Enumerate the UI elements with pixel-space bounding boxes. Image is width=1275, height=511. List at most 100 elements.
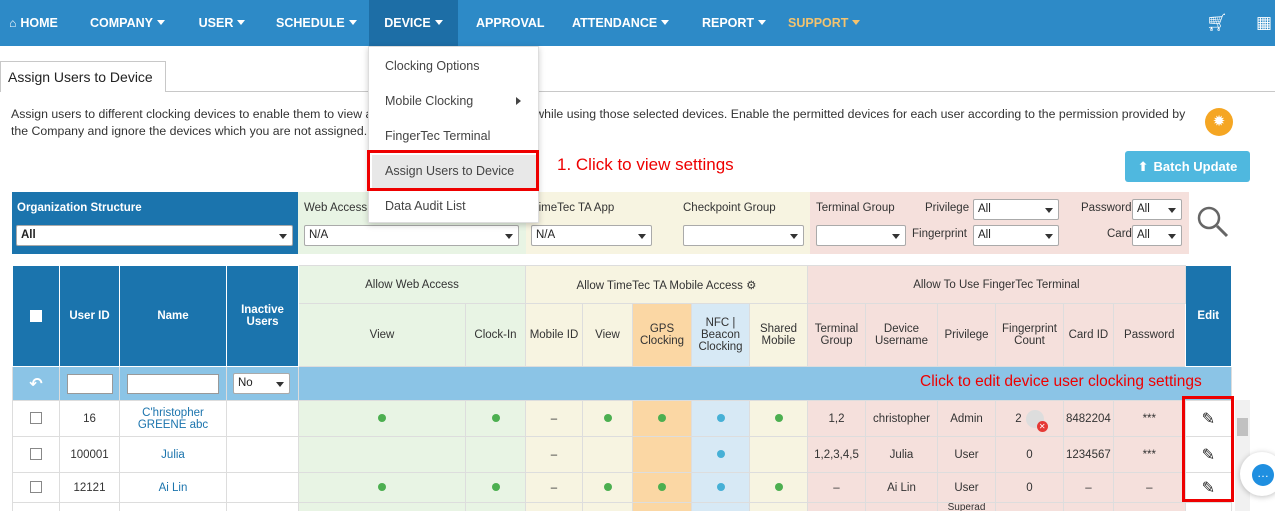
name-filter-input[interactable] — [127, 373, 219, 394]
status-dot — [378, 413, 386, 422]
scroll-thumb[interactable] — [1237, 418, 1248, 436]
status-dot — [774, 482, 783, 491]
cart-icon[interactable]: 🛒︎ — [1206, 13, 1228, 33]
nav-home[interactable]: ⌂ HOME — [6, 0, 61, 46]
cell-terminal-group: – — [807, 472, 866, 503]
cell-device-username: christopher — [865, 400, 938, 437]
close-icon[interactable]: ✕ — [1036, 420, 1048, 432]
privilege-select[interactable]: All — [973, 199, 1059, 220]
cell-privilege: User — [937, 472, 996, 503]
col-user-id[interactable]: User ID — [59, 265, 120, 367]
cell-name[interactable]: C'hristopher GREENE abc — [119, 400, 227, 437]
cell-mobile-view[interactable] — [582, 400, 633, 437]
cell-shared[interactable] — [749, 436, 808, 473]
checkpoint-group-select[interactable] — [683, 225, 804, 246]
inactive-filter-select[interactable]: No — [233, 373, 290, 394]
tab-assign-users[interactable]: Assign Users to Device — [0, 61, 166, 92]
chevron-right-icon — [516, 97, 521, 105]
table-row: 100001 Julia – 1,2,3,4,5 Julia User 0 12… — [12, 436, 1232, 473]
menu-fingertec-terminal[interactable]: FingerTec Terminal — [385, 129, 490, 143]
cell-shared[interactable] — [749, 472, 808, 503]
cell-inactive — [226, 472, 299, 503]
top-navigation: ⌂ HOME COMPANY USER SCHEDULE DEVICE APPRO… — [0, 0, 1275, 46]
cell-web-view[interactable] — [298, 472, 466, 503]
highlight-edit-column — [1182, 396, 1234, 502]
batch-update-button[interactable]: ⬆ Batch Update — [1125, 151, 1250, 182]
cell-nfc[interactable] — [691, 472, 750, 503]
menu-data-audit[interactable]: Data Audit List — [385, 199, 466, 213]
cell-fp-count: 0 — [995, 436, 1064, 473]
search-icon[interactable] — [1196, 205, 1230, 239]
col-nfc: NFC | Beacon Clocking — [691, 303, 750, 367]
cell-name[interactable]: Julia — [119, 436, 227, 473]
cell-gps[interactable] — [632, 400, 692, 437]
cell-user-id: 16 — [59, 400, 120, 437]
cell-nfc[interactable] — [691, 436, 750, 473]
web-access-select[interactable]: N/A — [304, 225, 519, 246]
cell-name[interactable]: Ai Lin — [119, 472, 227, 503]
row-checkbox-cell — [12, 400, 60, 437]
row-checkbox[interactable] — [30, 412, 42, 425]
org-structure-select[interactable]: All — [16, 225, 293, 246]
card-select[interactable]: All — [1132, 225, 1182, 246]
cell-gps[interactable] — [632, 472, 692, 503]
status-dot — [716, 413, 725, 422]
userid-filter-cell — [59, 366, 120, 401]
cell-web-view[interactable] — [298, 436, 466, 473]
menu-clocking-options[interactable]: Clocking Options — [385, 59, 480, 73]
row-checkbox[interactable] — [30, 448, 42, 461]
cell-mobile-view[interactable] — [582, 472, 633, 503]
highlight-assign-users — [367, 150, 539, 191]
cell-card-id: 8482204 — [1063, 400, 1114, 437]
cell-inactive — [226, 436, 299, 473]
nav-user[interactable]: USER — [195, 0, 249, 46]
chevron-down-icon — [661, 20, 670, 25]
ta-app-select[interactable]: N/A — [531, 225, 652, 246]
tab-divider — [166, 91, 1275, 92]
row-checkbox[interactable] — [30, 481, 42, 494]
filter-organization: Organization Structure All — [12, 192, 298, 254]
filter-terminal: Terminal Group Privilege All Fingerprint… — [810, 192, 1189, 254]
col-edit: Edit — [1184, 265, 1232, 367]
cell-mobile-view[interactable] — [582, 436, 633, 473]
gear-icon[interactable]: ⚙ — [746, 280, 756, 292]
cell-shared[interactable] — [749, 400, 808, 437]
select-all-checkbox[interactable] — [30, 309, 42, 322]
col-shared: Shared Mobile — [749, 303, 808, 367]
fingerprint-select[interactable]: All — [973, 225, 1059, 246]
terminal-group-select[interactable] — [816, 225, 906, 246]
col-name[interactable]: Name — [119, 265, 227, 367]
cell-nfc[interactable] — [691, 400, 750, 437]
lightbulb-icon[interactable]: ✹ — [1205, 108, 1233, 136]
cell-card-id: 1234567 — [1063, 436, 1114, 473]
cell-web-clockin[interactable] — [465, 472, 526, 503]
menu-mobile-clocking[interactable]: Mobile Clocking — [385, 94, 473, 108]
cell-web-view[interactable] — [298, 400, 466, 437]
col-privilege: Privilege — [937, 303, 996, 367]
nav-company[interactable]: COMPANY — [90, 0, 165, 46]
cell-user-id: 12121 — [59, 472, 120, 503]
filter-mobile-app: TimeTec TA App N/A Checkpoint Group — [526, 192, 810, 254]
nav-attendance[interactable]: ATTENDANCE — [572, 0, 670, 46]
undo-icon[interactable]: ↶ — [29, 376, 42, 393]
nav-report[interactable]: REPORT — [694, 0, 774, 46]
upload-icon: ⬆ — [1137, 159, 1149, 174]
cell-privilege: User — [937, 436, 996, 473]
chevron-down-icon — [348, 20, 357, 25]
cell-web-clockin[interactable] — [465, 436, 526, 473]
chevron-down-icon — [434, 20, 443, 25]
nav-support[interactable]: SUPPORT — [788, 0, 861, 46]
chevron-down-icon — [156, 20, 165, 25]
cell-web-clockin[interactable] — [465, 400, 526, 437]
user-id-filter-input[interactable] — [66, 373, 113, 394]
nav-approval[interactable]: APPROVAL — [476, 0, 545, 46]
apps-grid-icon[interactable]: ▦ — [1256, 13, 1272, 33]
nav-device[interactable]: DEVICE — [369, 0, 458, 46]
home-icon: ⌂ — [9, 16, 17, 30]
cell-gps[interactable] — [632, 436, 692, 473]
table-row: 12121 Ai Lin – – Ai Lin User 0 – – ✎ — [12, 472, 1232, 503]
password-select[interactable]: All — [1132, 199, 1182, 220]
cell-privilege: Superad — [937, 502, 996, 511]
col-card-id: Card ID — [1063, 303, 1114, 367]
nav-schedule[interactable]: SCHEDULE — [276, 0, 357, 46]
